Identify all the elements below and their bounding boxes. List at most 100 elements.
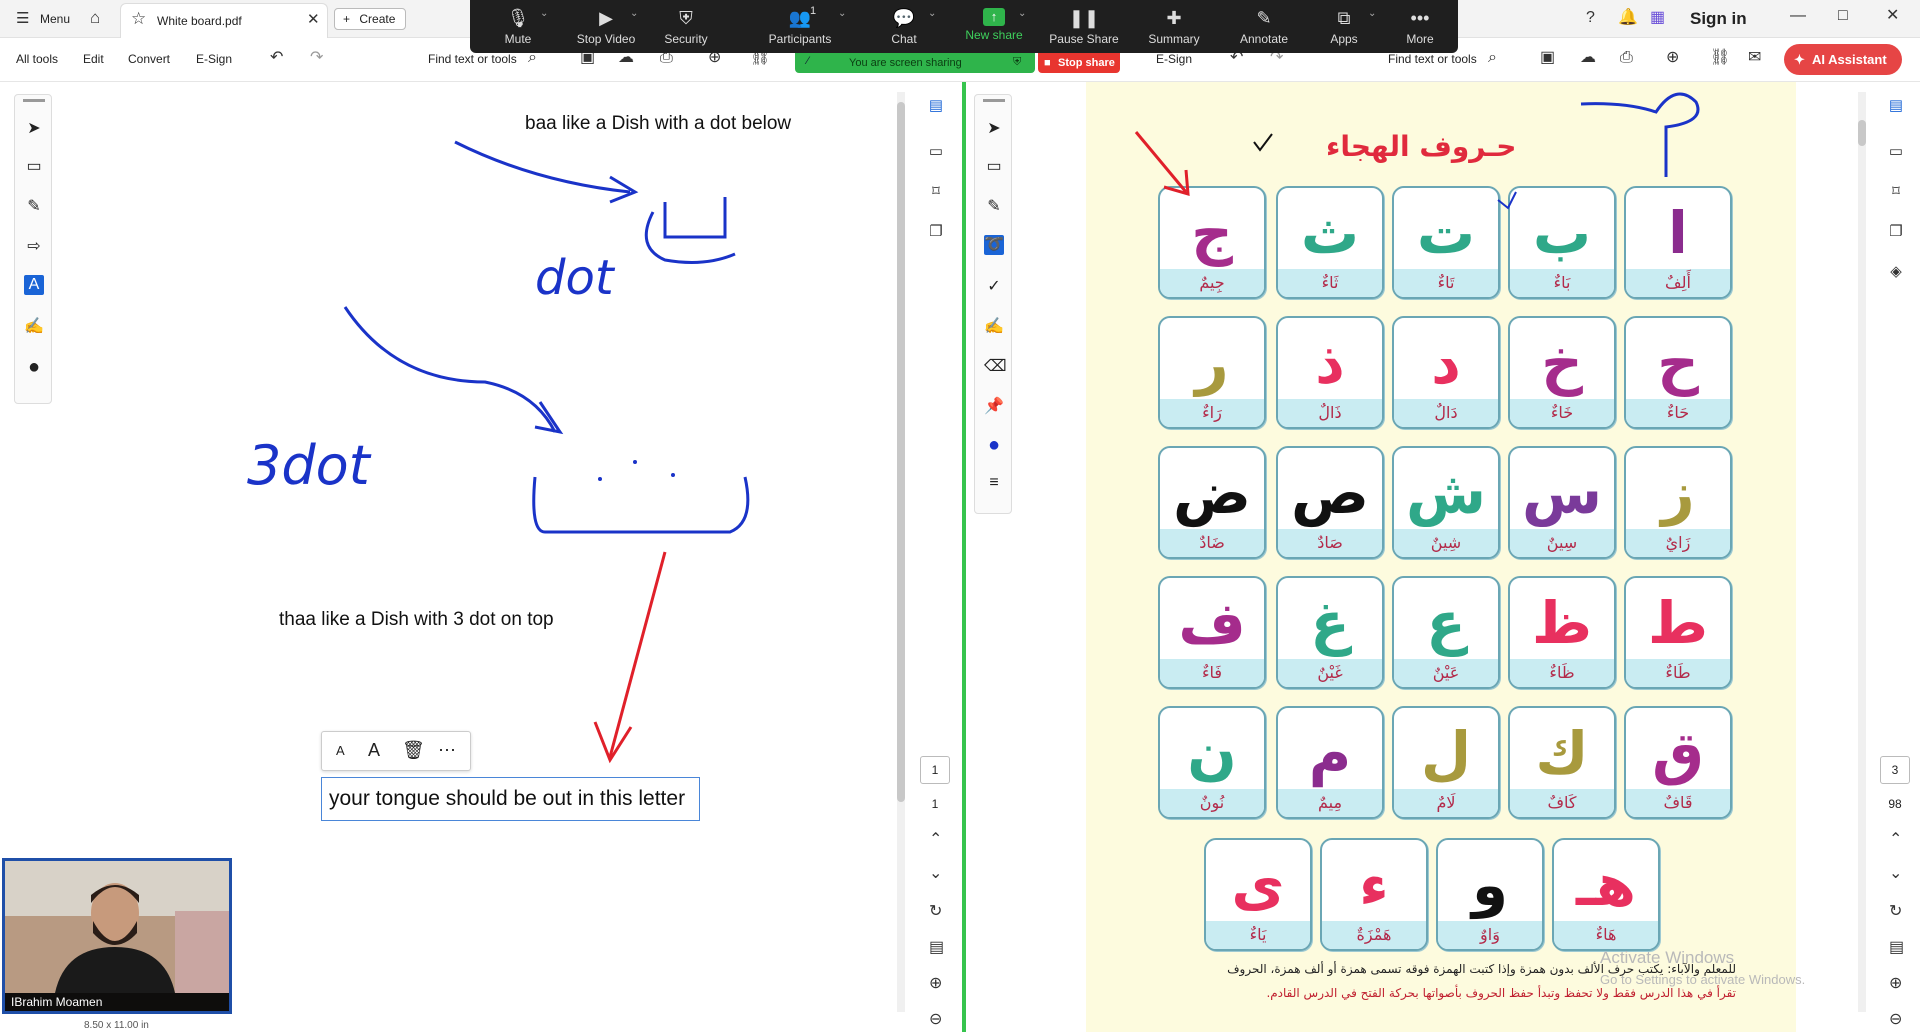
highlighter-icon[interactable]: ✎ — [24, 197, 44, 217]
right-scrollbar-thumb[interactable] — [1858, 120, 1866, 146]
ai-assistant-button[interactable]: ✦ AI Assistant — [1784, 44, 1902, 75]
text-box-tool-icon[interactable]: A — [24, 275, 44, 295]
redo-icon[interactable]: ↷ — [310, 50, 323, 66]
right-toolbar-grip[interactable] — [983, 99, 1005, 102]
right-menu-lines-icon[interactable]: ≡ — [984, 473, 1004, 493]
menu-label[interactable]: Menu — [40, 12, 70, 26]
participant-video[interactable]: IBrahim Moamen — [2, 858, 232, 1014]
rail-bookmark-icon[interactable]: ⌑ — [926, 182, 946, 202]
star-icon[interactable]: ☆ — [131, 10, 146, 27]
right-rail-bookmark-icon[interactable]: ⌑ — [1886, 182, 1906, 202]
hamburger-menu-icon[interactable]: ☰ — [16, 11, 29, 26]
security-button[interactable]: ⛨ Security — [646, 0, 726, 53]
annotation-text-box[interactable]: your tongue should be out in this letter — [321, 777, 700, 821]
right-rail-layers-icon[interactable]: ◈ — [1886, 262, 1906, 282]
rail-comment-icon[interactable]: ▭ — [926, 142, 946, 162]
right-page-up-icon[interactable]: ⌃ — [1889, 832, 1902, 848]
select-tool-icon[interactable]: ➤ — [24, 119, 44, 139]
esign-menu[interactable]: E-Sign — [196, 52, 232, 66]
apps-options-chevron-icon[interactable]: ⌄ — [1368, 8, 1376, 19]
rail-pages-icon[interactable]: ❐ — [926, 222, 946, 242]
right-rail-ai-icon[interactable]: ▤ — [1886, 96, 1906, 116]
undo-icon[interactable]: ↶ — [270, 50, 283, 66]
pause-share-button[interactable]: ❚❚ Pause Share — [1044, 0, 1124, 53]
left-scrollbar-thumb[interactable] — [897, 102, 905, 802]
right-select-tool-icon[interactable]: ➤ — [984, 119, 1004, 139]
summary-button[interactable]: ✚ Summary — [1134, 0, 1214, 53]
home-icon[interactable]: ⌂ — [90, 9, 100, 26]
stop-share-button[interactable]: ■ Stop share — [1038, 53, 1120, 73]
rail-ai-icon[interactable]: ▤ — [926, 96, 946, 116]
left-save-page-icon[interactable]: ▤ — [929, 940, 944, 956]
right-search-icon[interactable]: ⌕ — [1488, 50, 1497, 66]
left-zoom-in-icon[interactable]: ⊕ — [929, 976, 942, 992]
right-page-input[interactable]: 3 — [1880, 756, 1910, 784]
right-add-comment-icon[interactable]: ▭ — [984, 157, 1004, 177]
help-icon[interactable]: ? — [1586, 10, 1595, 26]
edit-menu[interactable]: Edit — [83, 52, 104, 66]
video-options-chevron-icon[interactable]: ⌄ — [630, 8, 638, 19]
right-draw-lasso-icon[interactable]: ➰ — [984, 235, 1004, 255]
left-page-down-icon[interactable]: ⌄ — [929, 866, 942, 882]
right-esign-menu[interactable]: E-Sign — [1156, 52, 1192, 66]
increase-font-icon[interactable]: A — [368, 740, 380, 761]
right-rotate-icon[interactable]: ↻ — [1889, 904, 1902, 920]
sign-in-link[interactable]: Sign in — [1690, 9, 1747, 29]
more-options-icon[interactable]: ⋯ — [438, 740, 456, 761]
apps-grid-icon[interactable]: ▦ — [1650, 10, 1665, 26]
delete-trash-icon[interactable]: 🗑 — [402, 740, 425, 761]
right-search-document-icon[interactable]: ⊕ — [1666, 50, 1679, 66]
right-eraser-icon[interactable]: ⌫ — [984, 357, 1007, 377]
activate-windows-title: Activate Windows — [1600, 948, 1735, 967]
right-check-icon[interactable]: ✓ — [984, 277, 1004, 297]
right-pin-icon[interactable]: 📌 — [984, 397, 1004, 417]
right-rail-comment-icon[interactable]: ▭ — [1886, 142, 1906, 162]
more-button[interactable]: ••• More — [1380, 0, 1460, 53]
right-link-icon[interactable]: ⛓ — [1710, 50, 1730, 66]
close-window-icon[interactable]: ✕ — [1886, 8, 1899, 24]
minimize-icon[interactable]: — — [1790, 8, 1806, 24]
toolbar-grip[interactable] — [23, 99, 45, 102]
left-page-input[interactable]: 1 — [920, 756, 950, 784]
add-comment-icon[interactable]: ▭ — [24, 157, 44, 177]
right-color-blue-icon[interactable]: ● — [984, 435, 1004, 455]
annotate-button[interactable]: ✎ Annotate — [1224, 0, 1304, 53]
right-rail-pages-icon[interactable]: ❐ — [1886, 222, 1906, 242]
chat-options-chevron-icon[interactable]: ⌄ — [928, 8, 936, 19]
all-tools-menu[interactable]: All tools — [16, 52, 58, 66]
maximize-icon[interactable]: □ — [1838, 8, 1848, 24]
right-scrollbar[interactable] — [1858, 92, 1866, 1012]
left-zoom-out-icon[interactable]: ⊖ — [929, 1012, 942, 1028]
letter-name: فَاءٌ — [1160, 659, 1264, 687]
letter-card: و وَاوٌ — [1436, 838, 1544, 951]
document-tab[interactable]: ☆ White board.pdf ✕ — [120, 3, 328, 38]
create-button[interactable]: + Create — [334, 8, 406, 30]
color-picker-black-icon[interactable]: ● — [24, 357, 44, 377]
fill-sign-icon[interactable]: ✍ — [24, 317, 44, 337]
find-text-input[interactable]: Find text or tools — [428, 52, 517, 66]
right-fill-sign-icon[interactable]: ✍ — [984, 317, 1004, 337]
left-page-up-icon[interactable]: ⌃ — [929, 832, 942, 848]
right-find-text-input[interactable]: Find text or tools — [1388, 52, 1477, 66]
right-zoom-out-icon[interactable]: ⊖ — [1889, 1012, 1902, 1028]
right-zoom-in-icon[interactable]: ⊕ — [1889, 976, 1902, 992]
share-options-chevron-icon[interactable]: ⌄ — [1018, 8, 1026, 19]
convert-menu[interactable]: Convert — [128, 52, 170, 66]
split-view-divider[interactable] — [962, 82, 966, 1032]
right-save-page-icon[interactable]: ▤ — [1889, 940, 1904, 956]
participants-button[interactable]: 👥 Participants — [750, 0, 850, 53]
right-upload-cloud-icon[interactable]: ☁ — [1580, 50, 1596, 66]
right-save-icon[interactable]: ▣ — [1540, 50, 1555, 66]
right-highlighter-icon[interactable]: ✎ — [984, 197, 1004, 217]
participants-options-chevron-icon[interactable]: ⌄ — [838, 8, 846, 19]
email-icon[interactable]: ✉ — [1748, 50, 1761, 66]
right-print-icon[interactable]: ⎙ — [1620, 50, 1633, 66]
right-page-down-icon[interactable]: ⌄ — [1889, 866, 1902, 882]
left-scrollbar[interactable] — [897, 92, 905, 1012]
decrease-font-icon[interactable]: A — [336, 743, 345, 758]
left-rotate-icon[interactable]: ↻ — [929, 904, 942, 920]
notifications-icon[interactable]: 🔔 — [1618, 10, 1638, 26]
close-tab-icon[interactable]: ✕ — [307, 12, 320, 27]
arrow-shape-icon[interactable]: ⇨ — [24, 237, 44, 257]
mute-options-chevron-icon[interactable]: ⌄ — [540, 8, 548, 19]
